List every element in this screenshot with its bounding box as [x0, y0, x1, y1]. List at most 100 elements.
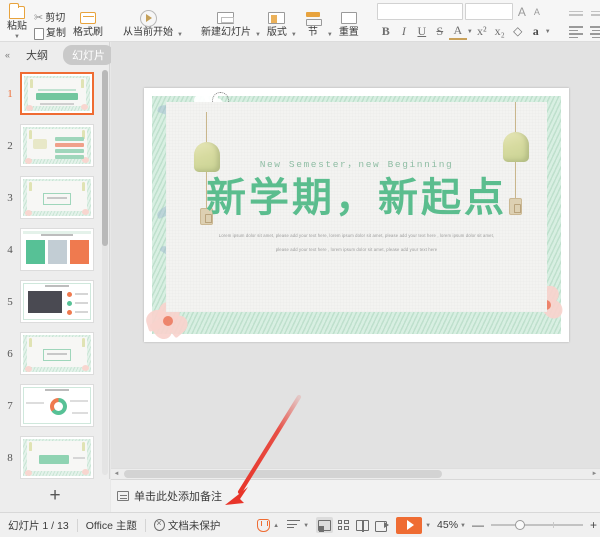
- slide-subtitle-en[interactable]: New Semester，new Beginning: [166, 156, 547, 170]
- thumbnail-row[interactable]: 5: [0, 280, 110, 323]
- scroll-left-arrow[interactable]: ◄: [111, 471, 122, 477]
- thumbnail-row[interactable]: 1: [0, 72, 110, 115]
- thumbnail-preview[interactable]: [20, 384, 94, 427]
- zoom-level-caret[interactable]: ▼: [460, 523, 466, 529]
- play-slideshow-group: ▼: [393, 516, 434, 534]
- reset-button[interactable]: 重置: [335, 1, 363, 41]
- font-size-input[interactable]: [464, 3, 513, 20]
- document-protection-status[interactable]: 文档未保护: [146, 513, 229, 537]
- font-color-caret[interactable]: ▼: [467, 29, 473, 35]
- ribbon-group-clipboard: 粘贴 ▼ ✂ 剪切 复制 格式刷: [0, 0, 110, 41]
- horizontal-scroll-track[interactable]: [122, 470, 589, 478]
- start-from-current-caret[interactable]: ▼: [177, 32, 183, 38]
- zoom-out-button[interactable]: —: [469, 518, 487, 532]
- slide-counter[interactable]: 幻灯片 1 / 13: [0, 513, 77, 537]
- subscript-button[interactable]: x₂: [491, 22, 509, 40]
- view-normal-button[interactable]: [316, 517, 334, 533]
- align-center-button[interactable]: [588, 24, 600, 40]
- superscript-button[interactable]: x²: [473, 22, 491, 40]
- canvas-horizontal-scrollbar[interactable]: ◄ ►: [111, 468, 600, 479]
- thumbnail-scroll-area: 1 2 3 4 5 6 7 8: [0, 68, 110, 479]
- play-slideshow-caret[interactable]: ▼: [425, 523, 431, 529]
- new-slide-label: 新建幻灯片: [200, 27, 251, 38]
- start-from-current-button[interactable]: 从当前开始: [119, 1, 177, 41]
- layout-caret[interactable]: ▼: [291, 32, 297, 38]
- thumbnail-row[interactable]: 2: [0, 124, 110, 167]
- thumbnail-preview[interactable]: [20, 436, 94, 479]
- section-button[interactable]: 节: [299, 1, 327, 41]
- collapse-panel-icon[interactable]: «: [4, 50, 11, 60]
- tab-slides[interactable]: 幻灯片: [63, 45, 115, 65]
- scroll-right-arrow[interactable]: ►: [589, 471, 600, 477]
- thumbnail-preview[interactable]: [20, 72, 94, 115]
- char-shading-caret[interactable]: ▼: [545, 29, 551, 35]
- display-options-button[interactable]: ▼: [283, 513, 313, 537]
- lines-icon: [287, 520, 301, 530]
- thumbnail-preview[interactable]: [20, 280, 94, 323]
- play-slideshow-button[interactable]: [396, 516, 423, 534]
- view-presenter-button[interactable]: [373, 517, 390, 533]
- thumbnail-preview[interactable]: [20, 124, 94, 167]
- slide-body-line-2: please add your text here , lorem ipsum …: [275, 246, 438, 252]
- clear-format-icon[interactable]: ◇: [509, 22, 527, 40]
- format-painter-button[interactable]: 格式刷: [69, 1, 107, 41]
- font-name-input[interactable]: [376, 3, 463, 20]
- current-slide[interactable]: New Semester，new Beginning 新学期，新起点 Lorem…: [143, 88, 569, 343]
- clipboard-small-buttons: ✂ 剪切 复制: [31, 1, 69, 41]
- normal-view-icon: [318, 519, 332, 532]
- zoom-in-button[interactable]: +: [587, 518, 600, 532]
- layout-button[interactable]: 版式: [263, 1, 291, 41]
- display-options-caret[interactable]: ▼: [303, 523, 309, 529]
- align-left-button[interactable]: [567, 24, 584, 40]
- notes-pane[interactable]: 单击此处添加备注: [111, 479, 600, 512]
- increase-indent-icon[interactable]: [589, 5, 600, 21]
- wps-logo-caret[interactable]: ▲: [273, 523, 279, 529]
- horizontal-scroll-thumb[interactable]: [124, 470, 442, 478]
- shrink-font-button[interactable]: A: [531, 7, 543, 17]
- thumbnail-scrollbar-thumb[interactable]: [102, 70, 108, 246]
- reset-label: 重置: [338, 27, 359, 38]
- theme-name[interactable]: Office 主题: [78, 513, 145, 537]
- thumbnail-scrollbar-track[interactable]: [102, 70, 108, 475]
- cut-button[interactable]: ✂ 剪切: [31, 11, 69, 26]
- zoom-level-display[interactable]: 45% ▼: [434, 513, 469, 537]
- view-slide-sorter-button[interactable]: [335, 517, 352, 533]
- reset-icon: [340, 9, 357, 27]
- paste-dropdown-caret[interactable]: ▼: [14, 34, 20, 40]
- new-slide-button[interactable]: 新建幻灯片: [197, 1, 255, 41]
- bell-cord-right: [515, 102, 517, 134]
- thumbnail-preview[interactable]: [20, 332, 94, 375]
- italic-button[interactable]: I: [395, 22, 413, 40]
- thumbnail-row[interactable]: 6: [0, 332, 110, 375]
- wps-cloud-button[interactable]: ▲: [253, 513, 283, 537]
- notes-placeholder[interactable]: 单击此处添加备注: [134, 488, 222, 504]
- thumbnail-row[interactable]: 7: [0, 384, 110, 427]
- zoom-slider-thumb[interactable]: [514, 520, 525, 530]
- thumbnail-list: 1 2 3 4 5 6 7 8: [0, 68, 110, 479]
- thumbnail-number: 3: [7, 191, 13, 204]
- tab-outline[interactable]: 大纲: [17, 45, 57, 65]
- add-slide-button[interactable]: +: [0, 479, 110, 512]
- decrease-indent-icon[interactable]: [567, 5, 584, 21]
- char-shading-button[interactable]: a: [527, 22, 545, 40]
- font-color-button[interactable]: A: [448, 22, 467, 40]
- copy-button[interactable]: 复制: [31, 26, 69, 41]
- underline-button[interactable]: U: [413, 22, 431, 40]
- thumbnail-row[interactable]: 3: [0, 176, 110, 219]
- copy-label: 复制: [46, 28, 66, 39]
- bold-button[interactable]: B: [377, 22, 395, 40]
- thumbnail-row[interactable]: 4: [0, 228, 110, 271]
- section-caret[interactable]: ▼: [327, 32, 333, 38]
- thumbnail-preview[interactable]: [20, 228, 94, 271]
- view-mode-buttons: [313, 517, 393, 533]
- thumbnail-preview[interactable]: [20, 176, 94, 219]
- paste-button[interactable]: 粘贴 ▼: [3, 1, 31, 41]
- strikethrough-button[interactable]: S: [431, 22, 449, 40]
- zoom-slider-track[interactable]: [490, 520, 583, 530]
- grow-font-button[interactable]: A: [515, 5, 529, 19]
- thumbnail-row[interactable]: 8: [0, 436, 110, 479]
- view-reading-button[interactable]: [354, 517, 371, 533]
- slide-body-text[interactable]: Lorem ipsum dolor sit amet, please add y…: [208, 232, 505, 254]
- slide-title[interactable]: 新学期，新起点: [166, 172, 547, 224]
- new-slide-caret[interactable]: ▼: [255, 32, 261, 38]
